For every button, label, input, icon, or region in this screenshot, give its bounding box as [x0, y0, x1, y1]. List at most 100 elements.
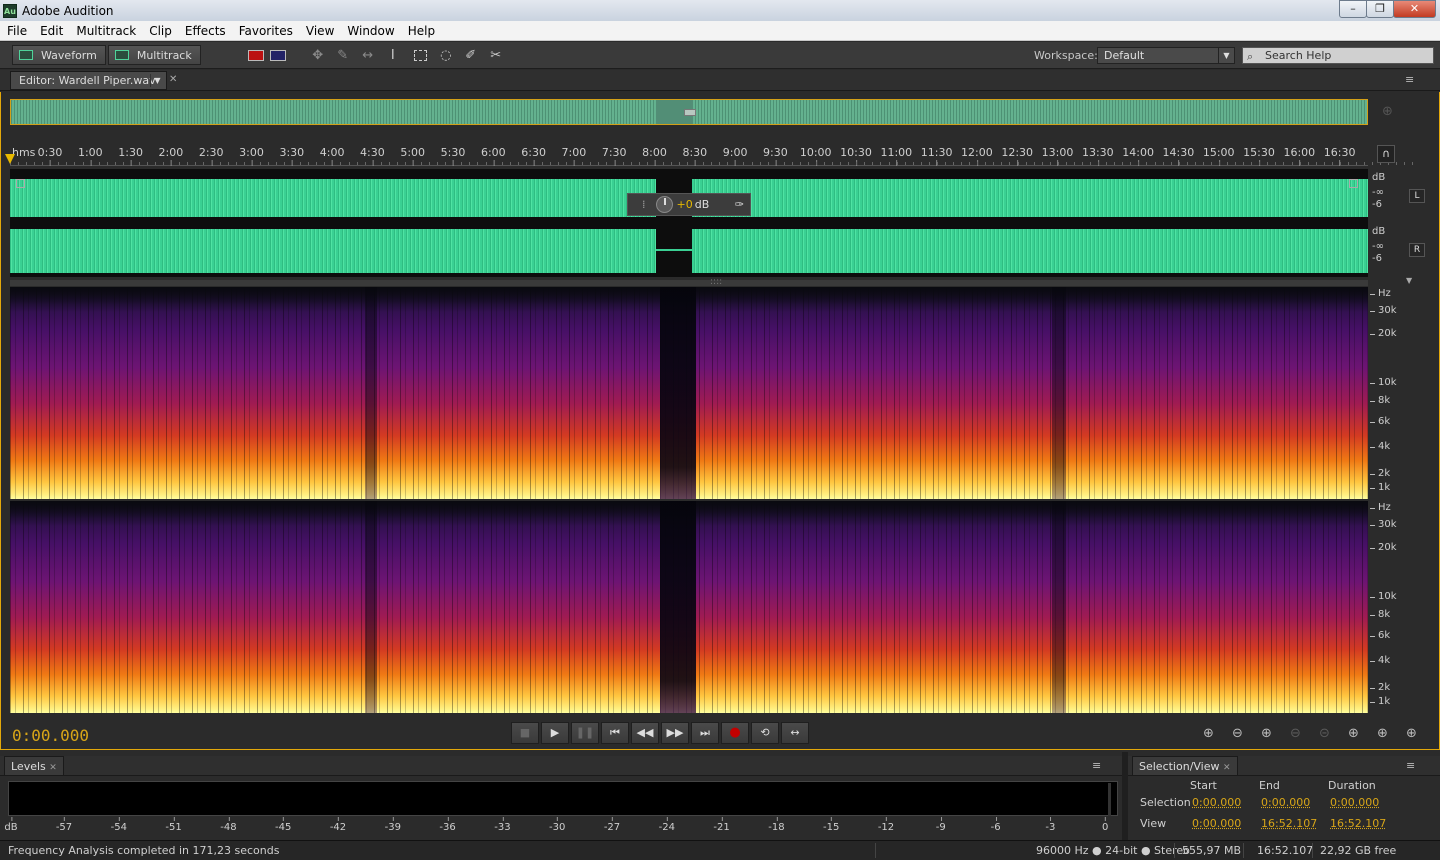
zoom-selection-button[interactable]: ⊕: [1368, 724, 1397, 744]
fade-in-handle-icon[interactable]: [16, 179, 25, 188]
channel-right-toggle[interactable]: R: [1409, 243, 1425, 257]
selection-duration-value[interactable]: 0:00.000: [1330, 796, 1379, 809]
menu-favorites[interactable]: Favorites: [232, 24, 299, 38]
record-button[interactable]: ●: [721, 722, 749, 744]
lasso-tool[interactable]: ◌: [435, 45, 457, 65]
selection-view-tab[interactable]: Selection/View ✕: [1132, 756, 1238, 776]
skip-back-icon: ⏮: [610, 726, 620, 739]
close-icon[interactable]: ✕: [1223, 763, 1231, 773]
loop-button[interactable]: ⟲: [751, 722, 779, 744]
level-scale-tick: -42: [329, 817, 347, 833]
panel-menu-icon[interactable]: ≡: [1405, 73, 1414, 86]
volume-hud[interactable]: ⁞ +0 dB ✑: [627, 193, 751, 216]
fade-out-handle-icon[interactable]: [1349, 179, 1358, 188]
selection-start-value[interactable]: 0:00.000: [1192, 796, 1241, 809]
stop-button[interactable]: ■: [511, 722, 539, 744]
workspace-select[interactable]: Default ▼: [1097, 47, 1235, 64]
minimize-button[interactable]: –: [1339, 0, 1367, 18]
selection-view-tab-label: Selection/View: [1139, 760, 1220, 773]
rewind-button[interactable]: ◀◀: [631, 722, 659, 744]
overview-handle[interactable]: [684, 109, 696, 116]
brush-tool[interactable]: ✐: [460, 45, 482, 65]
ruler-tick-label: 9:00: [722, 146, 748, 166]
time-selection-tool[interactable]: I: [382, 45, 404, 65]
db-scale-right: dB -∞ -6: [1372, 226, 1406, 264]
fast-forward-button[interactable]: ▶▶: [661, 722, 689, 744]
zoom-all-button[interactable]: ⊕: [1397, 724, 1426, 744]
levels-tab[interactable]: Levels ✕: [4, 756, 64, 776]
zoom-in-point-button[interactable]: ⊕: [1339, 724, 1368, 744]
editor-close-icon[interactable]: ✕: [169, 74, 177, 85]
menu-edit[interactable]: Edit: [33, 24, 69, 38]
razor-tool[interactable]: ✎: [332, 45, 354, 65]
channel-left-toggle[interactable]: L: [1409, 189, 1425, 203]
search-help-input[interactable]: ⌕ Search Help: [1242, 47, 1434, 64]
close-icon[interactable]: ✕: [49, 763, 57, 773]
go-to-start-button[interactable]: ⏮: [601, 722, 629, 744]
go-to-end-button[interactable]: ⏭: [691, 722, 719, 744]
header-start: Start: [1190, 779, 1217, 792]
spot-healing-tool[interactable]: ✂: [485, 45, 507, 65]
menu-clip[interactable]: Clip: [142, 24, 178, 38]
menu-view[interactable]: View: [299, 24, 340, 38]
chevron-down-icon[interactable]: ▼: [1406, 276, 1412, 285]
skip-selection-button[interactable]: ↔: [781, 722, 809, 744]
view-duration-value[interactable]: 16:52.107: [1330, 817, 1386, 830]
menu-help[interactable]: Help: [401, 24, 441, 38]
ruler-tick-label: 13:00: [1041, 146, 1074, 166]
spectral-left-channel[interactable]: [10, 287, 1368, 499]
zoom-out-full-button[interactable]: ⊝: [1310, 724, 1339, 744]
db-tick: -6: [1372, 253, 1382, 264]
marquee-tool[interactable]: [410, 45, 432, 65]
pause-button[interactable]: ❚❚: [571, 722, 599, 744]
waveform-spectral-divider[interactable]: ::::: [10, 277, 1368, 287]
slip-tool[interactable]: ↔: [357, 45, 379, 65]
panel-menu-icon[interactable]: ≡: [1092, 759, 1101, 772]
zoom-out-time-button[interactable]: ⊖: [1281, 724, 1310, 744]
pin-icon[interactable]: ✑: [735, 198, 744, 211]
stop-icon: ■: [519, 726, 531, 739]
menu-file[interactable]: File: [0, 24, 33, 38]
waveform-right-channel[interactable]: [10, 223, 1368, 277]
zoom-in-time-button[interactable]: ⊕: [1252, 724, 1281, 744]
view-end-value[interactable]: 16:52.107: [1261, 817, 1317, 830]
editor-tab[interactable]: Editor: Wardell Piper.wav ▼: [10, 71, 167, 90]
view-start-value[interactable]: 0:00.000: [1192, 817, 1241, 830]
hz-tick: 10k: [1370, 591, 1397, 602]
zoom-controls: ⊕ ⊖ ⊕ ⊖ ⊝ ⊕ ⊕ ⊕: [1194, 724, 1426, 744]
pitch-display-toggle[interactable]: [267, 45, 289, 65]
time-ruler[interactable]: hms 0:30 1:00 1:30 2:00 2:30 3:00 3:30 4:00 4:30…: [10, 146, 1414, 166]
multitrack-view-button[interactable]: Multitrack: [107, 45, 201, 65]
zoom-in-point-icon: ⊕: [1348, 726, 1359, 741]
maximize-button[interactable]: ❐: [1366, 0, 1394, 18]
menu-window[interactable]: Window: [340, 24, 400, 38]
zoom-in-amplitude-button[interactable]: ⊕: [1194, 724, 1223, 744]
play-button[interactable]: ▶: [541, 722, 569, 744]
hz-tick: 8k: [1369, 609, 1391, 620]
selection-end-value[interactable]: 0:00.000: [1261, 796, 1310, 809]
spectral-right-channel[interactable]: [10, 501, 1368, 713]
headphones-button[interactable]: ∩: [1377, 145, 1395, 163]
volume-knob[interactable]: [655, 196, 673, 213]
chevron-down-icon[interactable]: ▼: [150, 74, 164, 87]
ruler-tick-label: 0:30: [37, 146, 63, 166]
menu-multitrack[interactable]: Multitrack: [69, 24, 142, 38]
ruler-tick-label: 6:00: [480, 146, 506, 166]
move-tool[interactable]: ✥: [307, 45, 329, 65]
chevron-down-icon: ▼: [1218, 48, 1234, 63]
workspace-value: Default: [1104, 49, 1145, 62]
close-button[interactable]: ✕: [1393, 0, 1436, 18]
current-time-display[interactable]: 0:00.000: [12, 726, 89, 745]
overview-navigator[interactable]: [10, 99, 1368, 125]
menu-effects[interactable]: Effects: [178, 24, 232, 38]
ruler-tick-label: 3:00: [239, 146, 264, 166]
zoom-out-amplitude-button[interactable]: ⊖: [1223, 724, 1252, 744]
zoom-in-time-icon: ⊕: [1261, 726, 1272, 741]
panel-menu-icon[interactable]: ≡: [1406, 759, 1415, 772]
waveform-view-button[interactable]: Waveform: [12, 45, 106, 65]
ruler-tick-label: 7:30: [601, 146, 627, 166]
selection-view-tabbar: Selection/View ✕ ≡: [1128, 756, 1440, 776]
brush-icon: ✐: [465, 47, 477, 63]
playhead-marker[interactable]: [5, 154, 15, 164]
spectral-display-toggle[interactable]: [245, 45, 267, 65]
